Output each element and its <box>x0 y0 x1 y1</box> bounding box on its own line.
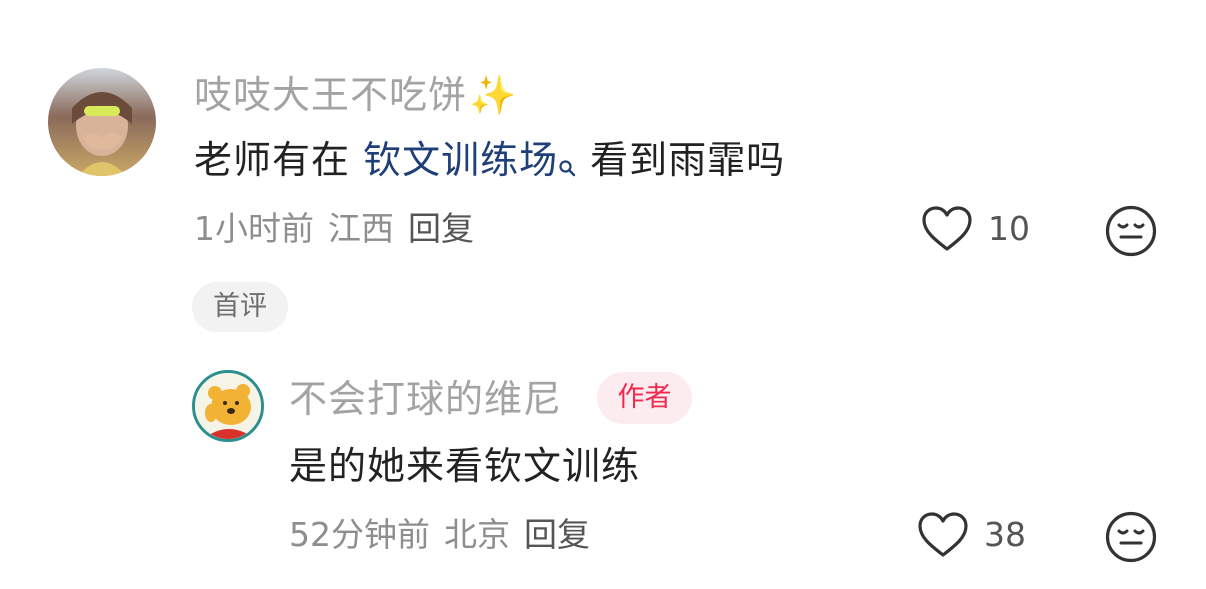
author-username[interactable]: 不会打球的维尼 <box>289 372 562 426</box>
commenter-avatar[interactable] <box>48 68 156 176</box>
author-avatar[interactable] <box>192 370 264 442</box>
comment-location: 江西 <box>328 209 394 248</box>
reply-location: 北京 <box>444 515 510 554</box>
author-badge: 作者 <box>597 372 692 424</box>
pooh-avatar-image <box>195 373 261 439</box>
neutral-face-icon[interactable] <box>1104 204 1158 258</box>
reply-meta: 52分钟前 北京 回复 <box>289 512 604 558</box>
comment-time: 1小时前 <box>194 209 314 248</box>
comment-meta: 1小时前 江西 回复 <box>194 206 488 252</box>
reply-button[interactable]: 回复 <box>408 209 474 248</box>
sparkles-icon: ✨ <box>469 73 518 117</box>
comment-text-prefix: 老师有在 <box>194 138 364 182</box>
username-text: 吱吱大王不吃饼 <box>194 73 468 117</box>
keyword-link[interactable]: 钦文训练场 <box>363 138 558 182</box>
neutral-face-icon[interactable] <box>1104 510 1158 564</box>
heart-outline-icon[interactable] <box>920 204 974 254</box>
avatar-photo <box>48 68 156 176</box>
like-count: 38 <box>984 515 1026 554</box>
reply-button[interactable]: 回复 <box>524 515 590 554</box>
first-comment-badge: 首评 <box>192 282 288 332</box>
heart-outline-icon[interactable] <box>916 510 970 560</box>
search-icon[interactable] <box>558 136 576 192</box>
reply-time: 52分钟前 <box>289 515 430 554</box>
reply-text: 是的她来看钦文训练 <box>289 444 641 488</box>
comment-text-suffix: 看到雨霏吗 <box>590 138 786 182</box>
comment-text: 老师有在 钦文训练场 看到雨霏吗 <box>194 132 785 192</box>
like-count: 10 <box>988 209 1030 248</box>
commenter-username[interactable]: 吱吱大王不吃饼✨ <box>194 68 517 122</box>
